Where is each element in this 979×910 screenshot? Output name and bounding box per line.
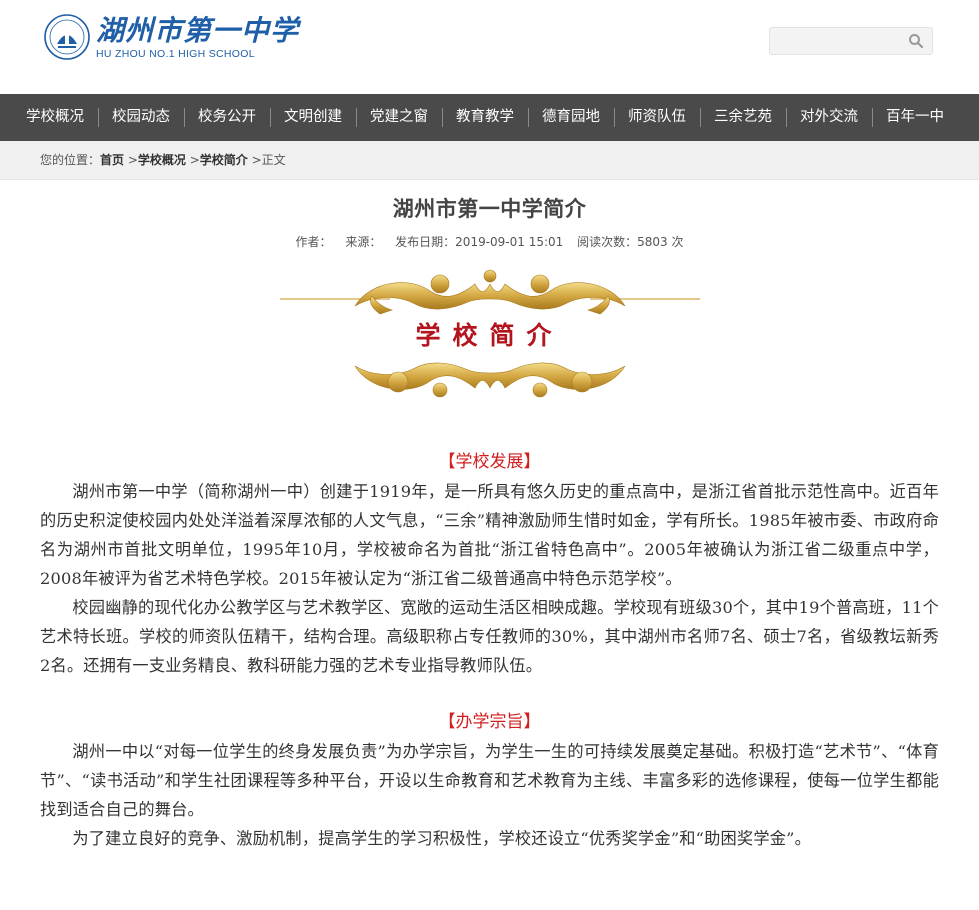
paragraph: 为了建立良好的竞争、激励机制，提高学生的学习积极性，学校还设立“优秀奖学金”和“… bbox=[72, 829, 811, 848]
view-count: 阅读次数：5803 次 bbox=[577, 235, 684, 249]
nav-item-moral-education[interactable]: 德育园地 bbox=[528, 94, 614, 141]
nav-item-party-building[interactable]: 党建之窗 bbox=[356, 94, 442, 141]
nav-item-teaching[interactable]: 教育教学 bbox=[442, 94, 528, 141]
paragraph: 湖州市第一中学（简称湖州一中）创建于1919年，是一所具有悠久历史的重点高中，是… bbox=[40, 482, 939, 588]
search-box bbox=[769, 27, 933, 55]
breadcrumb-current: >正文 bbox=[247, 153, 286, 167]
nav-item-centennial[interactable]: 百年一中 bbox=[872, 94, 958, 141]
nav-item-civilization[interactable]: 文明创建 bbox=[270, 94, 356, 141]
search-input[interactable] bbox=[770, 28, 916, 54]
breadcrumb-overview-link[interactable]: 学校概况 bbox=[138, 153, 186, 167]
article-meta: 作者： 来源： 发布日期：2019-09-01 15:01 阅读次数：5803 … bbox=[0, 233, 979, 250]
breadcrumb: 您的位置：首页 >学校概况 >学校简介 >正文 bbox=[0, 141, 979, 180]
nav-item-campus-news[interactable]: 校园动态 bbox=[98, 94, 184, 141]
section-heading: 【学校发展】 bbox=[438, 452, 541, 472]
paragraph: 校园幽静的现代化办公教学区与艺术教学区、宽敞的运动生活区相映成趣。学校现有班级3… bbox=[40, 598, 939, 675]
school-emblem-icon bbox=[44, 14, 90, 60]
section-heading: 【办学宗旨】 bbox=[438, 712, 541, 732]
paragraph: 湖州一中以“对每一位学生的终身发展负责”为办学宗旨，为学生一生的可持续发展奠定基… bbox=[40, 742, 939, 819]
article-body: 【学校发展】 湖州市第一中学（简称湖州一中）创建于1919年，是一所具有悠久历史… bbox=[0, 448, 979, 853]
nav-item-faculty[interactable]: 师资队伍 bbox=[614, 94, 700, 141]
nav-item-school-overview[interactable]: 学校概况 bbox=[0, 94, 98, 141]
breadcrumb-home-link[interactable]: 首页 bbox=[100, 153, 124, 167]
school-logo[interactable]: 湖州市第一中学 HU ZHOU NO.1 HIGH SCHOOL bbox=[44, 14, 299, 60]
intro-banner: 学校简介 bbox=[279, 266, 700, 406]
publish-date: 发布日期：2019-09-01 15:01 bbox=[395, 235, 564, 249]
breadcrumb-prefix: 您的位置： bbox=[40, 153, 101, 167]
breadcrumb-intro-link[interactable]: 学校简介 bbox=[200, 153, 248, 167]
nav-item-school-affairs[interactable]: 校务公开 bbox=[184, 94, 270, 141]
search-icon[interactable] bbox=[908, 33, 924, 49]
logo-english-name: HU ZHOU NO.1 HIGH SCHOOL bbox=[96, 47, 255, 60]
logo-chinese-name: 湖州市第一中学 bbox=[96, 13, 300, 47]
source-label: 来源： bbox=[345, 235, 382, 249]
breadcrumb-separator: > bbox=[124, 153, 138, 167]
site-header: 湖州市第一中学 HU ZHOU NO.1 HIGH SCHOOL bbox=[0, 0, 979, 94]
banner-title: 学校简介 bbox=[415, 321, 564, 350]
breadcrumb-separator: > bbox=[185, 153, 200, 167]
author-label: 作者： bbox=[295, 235, 332, 249]
main-nav: 学校概况 校园动态 校务公开 文明创建 党建之窗 教育教学 德育园地 师资队伍 … bbox=[0, 94, 979, 141]
nav-item-arts[interactable]: 三余艺苑 bbox=[700, 94, 786, 141]
nav-item-exchange[interactable]: 对外交流 bbox=[786, 94, 872, 141]
page-title: 湖州市第一中学简介 bbox=[392, 197, 587, 221]
